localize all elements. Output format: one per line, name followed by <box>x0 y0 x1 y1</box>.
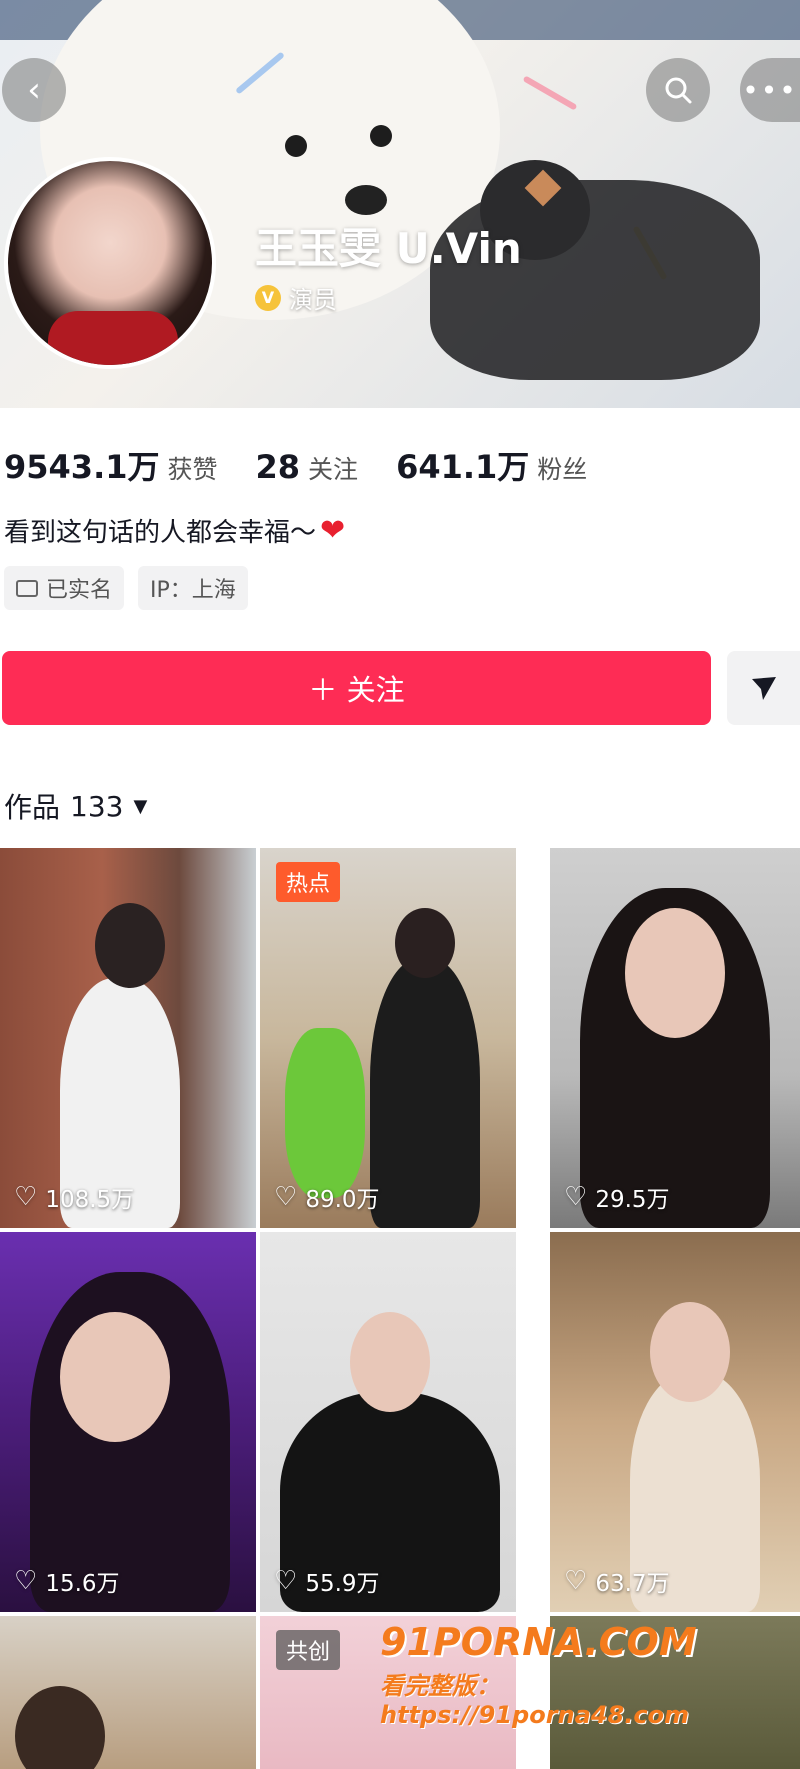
dog-nose <box>345 185 387 215</box>
search-icon <box>665 77 692 104</box>
search-button[interactable] <box>646 58 710 122</box>
following-count[interactable]: 28 <box>256 448 301 486</box>
video-thumbnail[interactable]: ♡ 55.9万 <box>260 1232 516 1612</box>
heart-outline-icon: ♡ <box>564 1566 588 1596</box>
confetti <box>522 75 578 111</box>
watermark-url: 看完整版：https://91porna48.com <box>380 1672 690 1729</box>
co-creation-badge: 共创 <box>276 1630 341 1670</box>
verified-badge-icon: V <box>255 284 281 311</box>
more-button[interactable]: ••• <box>740 58 800 122</box>
works-label: 作品 <box>4 791 61 824</box>
back-button[interactable]: ‹ <box>2 58 66 122</box>
works-count: 133 <box>70 789 124 823</box>
follow-button[interactable]: ＋ 关注 <box>2 651 711 725</box>
ip-location-label: IP：上海 <box>150 578 236 603</box>
video-likes: ♡ 89.0万 <box>274 1182 380 1213</box>
video-likes: ♡ 63.7万 <box>564 1566 670 1597</box>
heart-outline-icon: ♡ <box>564 1182 588 1212</box>
avatar[interactable] <box>4 157 216 369</box>
verification-row: V 演员 <box>255 280 337 315</box>
send-icon <box>751 677 776 700</box>
likes-label[interactable]: 获赞 <box>168 450 218 486</box>
likes-count[interactable]: 9543.1万 <box>4 442 160 488</box>
heart-outline-icon: ♡ <box>274 1566 298 1596</box>
watermark: 91PORNA.COM 看完整版：https://91porna48.com <box>380 1620 800 1729</box>
real-name-tag[interactable]: 已实名 <box>4 566 125 610</box>
video-thumbnail[interactable]: 热点 ♡ 89.0万 <box>260 848 516 1228</box>
video-thumbnail[interactable]: ♡ 29.5万 <box>550 848 800 1228</box>
video-thumbnail[interactable]: ♡ 15.6万 <box>0 1232 256 1612</box>
video-likes: ♡ 55.9万 <box>274 1566 380 1597</box>
heart-emoji-icon: ❤ <box>320 513 346 548</box>
video-figure-head <box>15 1686 105 1769</box>
followers-count[interactable]: 641.1万 <box>396 442 529 488</box>
video-figure <box>370 958 480 1228</box>
following-label[interactable]: 关注 <box>308 450 358 486</box>
video-figure-head <box>60 1312 170 1442</box>
video-figure-head <box>625 908 725 1038</box>
video-thumbnail[interactable]: ♡ 108.5万 <box>0 848 256 1228</box>
video-figure-head <box>650 1302 730 1402</box>
video-likes: ♡ 15.6万 <box>14 1566 120 1597</box>
video-figure-head <box>95 903 165 988</box>
dog-eye <box>285 135 307 157</box>
verification-title: 演员 <box>289 286 337 314</box>
id-card-icon <box>16 579 38 597</box>
video-likes: ♡ 29.5万 <box>564 1182 670 1213</box>
back-chevron-icon: ‹ <box>27 70 41 110</box>
dog-eye <box>370 125 392 147</box>
caret-down-icon: ▼ <box>133 795 148 817</box>
heart-outline-icon: ♡ <box>274 1182 298 1212</box>
share-button[interactable] <box>727 651 800 725</box>
video-likes: ♡ 108.5万 <box>14 1182 135 1213</box>
profile-name: 王玉雯 U.Vin <box>255 224 522 273</box>
ip-location-tag: IP：上海 <box>138 566 248 610</box>
video-thumbnail[interactable]: ♡ 63.7万 <box>550 1232 800 1612</box>
green-cat-character <box>285 1028 365 1198</box>
works-tab[interactable]: 作品 133 ▼ <box>4 786 147 826</box>
video-thumbnail[interactable] <box>0 1616 256 1769</box>
profile-stats: 9543.1万 获赞 28 关注 641.1万 粉丝 <box>4 442 587 488</box>
heart-outline-icon: ♡ <box>14 1182 38 1212</box>
real-name-label: 已实名 <box>46 578 113 603</box>
watermark-brand: 91PORNA.COM <box>380 1620 697 1664</box>
bio: 看到这句话的人都会幸福～ ❤ <box>4 512 345 549</box>
profile-tags: 已实名 IP：上海 <box>4 566 248 610</box>
followers-label[interactable]: 粉丝 <box>537 450 587 486</box>
heart-outline-icon: ♡ <box>14 1566 38 1596</box>
bio-text: 看到这句话的人都会幸福～ <box>4 518 317 548</box>
hot-badge: 热点 <box>276 862 341 902</box>
video-figure-head <box>395 908 455 978</box>
video-figure-head <box>350 1312 430 1412</box>
avatar-shirt <box>48 311 178 365</box>
more-dots-icon: ••• <box>742 73 798 107</box>
